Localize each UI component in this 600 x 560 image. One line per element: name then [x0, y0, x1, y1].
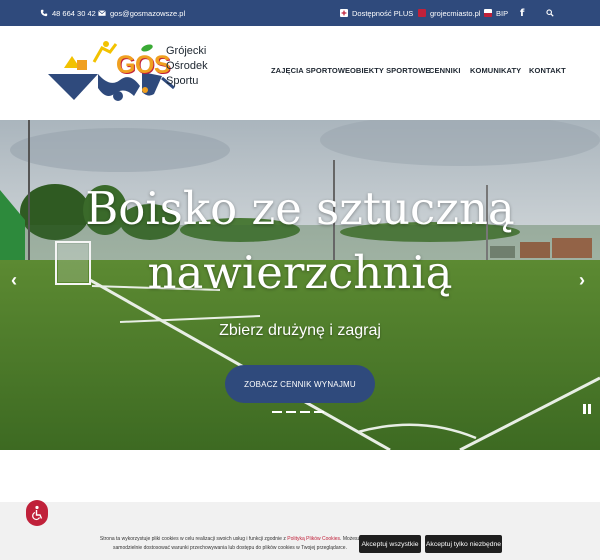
- search-icon: [546, 9, 554, 17]
- logo-wordmark: GOS: [116, 51, 171, 79]
- slider-next-arrow-icon[interactable]: ›: [579, 270, 585, 291]
- bip-label: BIP: [496, 8, 509, 18]
- search-button[interactable]: [546, 0, 554, 26]
- bip-flag-icon: [484, 9, 492, 17]
- logo-name: Grójecki Ośrodek Sportu: [166, 44, 208, 89]
- slider-pagination: [272, 411, 324, 413]
- cookie-notice-text: Strona ta wykorzystuje pliki cookies w c…: [95, 535, 365, 553]
- wheelchair-icon: [32, 505, 43, 520]
- hero-title-line-1: Boisko ze sztuczną: [85, 182, 515, 235]
- phone-contact[interactable]: 48 664 30 42: [40, 0, 96, 26]
- nav-item-announcements[interactable]: KOMUNIKATY: [470, 66, 521, 75]
- content-area: [0, 450, 600, 502]
- cookie-text-before: Strona ta wykorzystuje pliki cookies w c…: [99, 536, 288, 542]
- logo-line-3: Sportu: [166, 75, 199, 87]
- nav-item-price-lists[interactable]: CENNIKI: [429, 66, 461, 75]
- see-rental-price-list-button[interactable]: ZOBACZ CENNIK WYNAJMU: [225, 365, 375, 403]
- slider-pause-icon[interactable]: [583, 404, 591, 414]
- email-address: gos@gosmazowsze.pl: [110, 8, 186, 18]
- city-link-label: grojecmiasto.pl: [430, 8, 481, 18]
- hero-subtitle: Zbierz drużynę i zagraj: [219, 322, 381, 339]
- phone-number: 48 664 30 42: [52, 8, 96, 18]
- bip-link[interactable]: BIP: [484, 0, 508, 26]
- site-header: GOS Grójecki Ośrodek Sportu ZAJĘCIA SPOR…: [0, 26, 600, 120]
- accessibility-widget-button[interactable]: [26, 500, 48, 526]
- slider-dot[interactable]: [286, 411, 296, 413]
- accept-required-cookies-button[interactable]: Akceptuj tylko niezbędne: [425, 535, 502, 553]
- logo-line-1: Grójecki: [166, 45, 207, 57]
- accept-all-cookies-button[interactable]: Akceptuj wszystkie: [359, 535, 421, 553]
- hero-slider: Boisko ze sztuczną nawierzchnią Zbierz d…: [0, 120, 600, 450]
- nav-item-sport-classes[interactable]: ZAJĘCIA SPORTOWE: [271, 66, 350, 75]
- accessibility-plus-icon: [340, 9, 348, 17]
- logo-line-2: Ośrodek: [166, 60, 208, 72]
- hero-title-line-2: nawierzchnią: [147, 246, 453, 299]
- nav-item-sport-facilities[interactable]: OBIEKTY SPORTOWE: [350, 66, 431, 75]
- envelope-icon: [98, 9, 106, 17]
- slider-dot[interactable]: [272, 411, 282, 413]
- phone-icon: [40, 9, 48, 17]
- accessibility-label: Dostępność PLUS: [352, 8, 414, 18]
- slider-dot[interactable]: [300, 411, 310, 413]
- facebook-icon: f: [520, 7, 525, 19]
- slider-prev-arrow-icon[interactable]: ‹: [11, 270, 17, 291]
- nav-item-contact[interactable]: KONTAKT: [529, 66, 566, 75]
- city-link[interactable]: grojecmiasto.pl: [418, 0, 480, 26]
- cookie-policy-link[interactable]: Polityką Plików Cookies: [287, 536, 340, 542]
- top-bar: 48 664 30 42 gos@gosmazowsze.pl Dostępno…: [0, 0, 600, 26]
- accessibility-link[interactable]: Dostępność PLUS: [340, 0, 413, 26]
- facebook-link[interactable]: f: [520, 0, 524, 26]
- slider-dot[interactable]: [314, 411, 324, 413]
- email-contact[interactable]: gos@gosmazowsze.pl: [98, 0, 185, 26]
- city-crest-icon: [418, 9, 426, 17]
